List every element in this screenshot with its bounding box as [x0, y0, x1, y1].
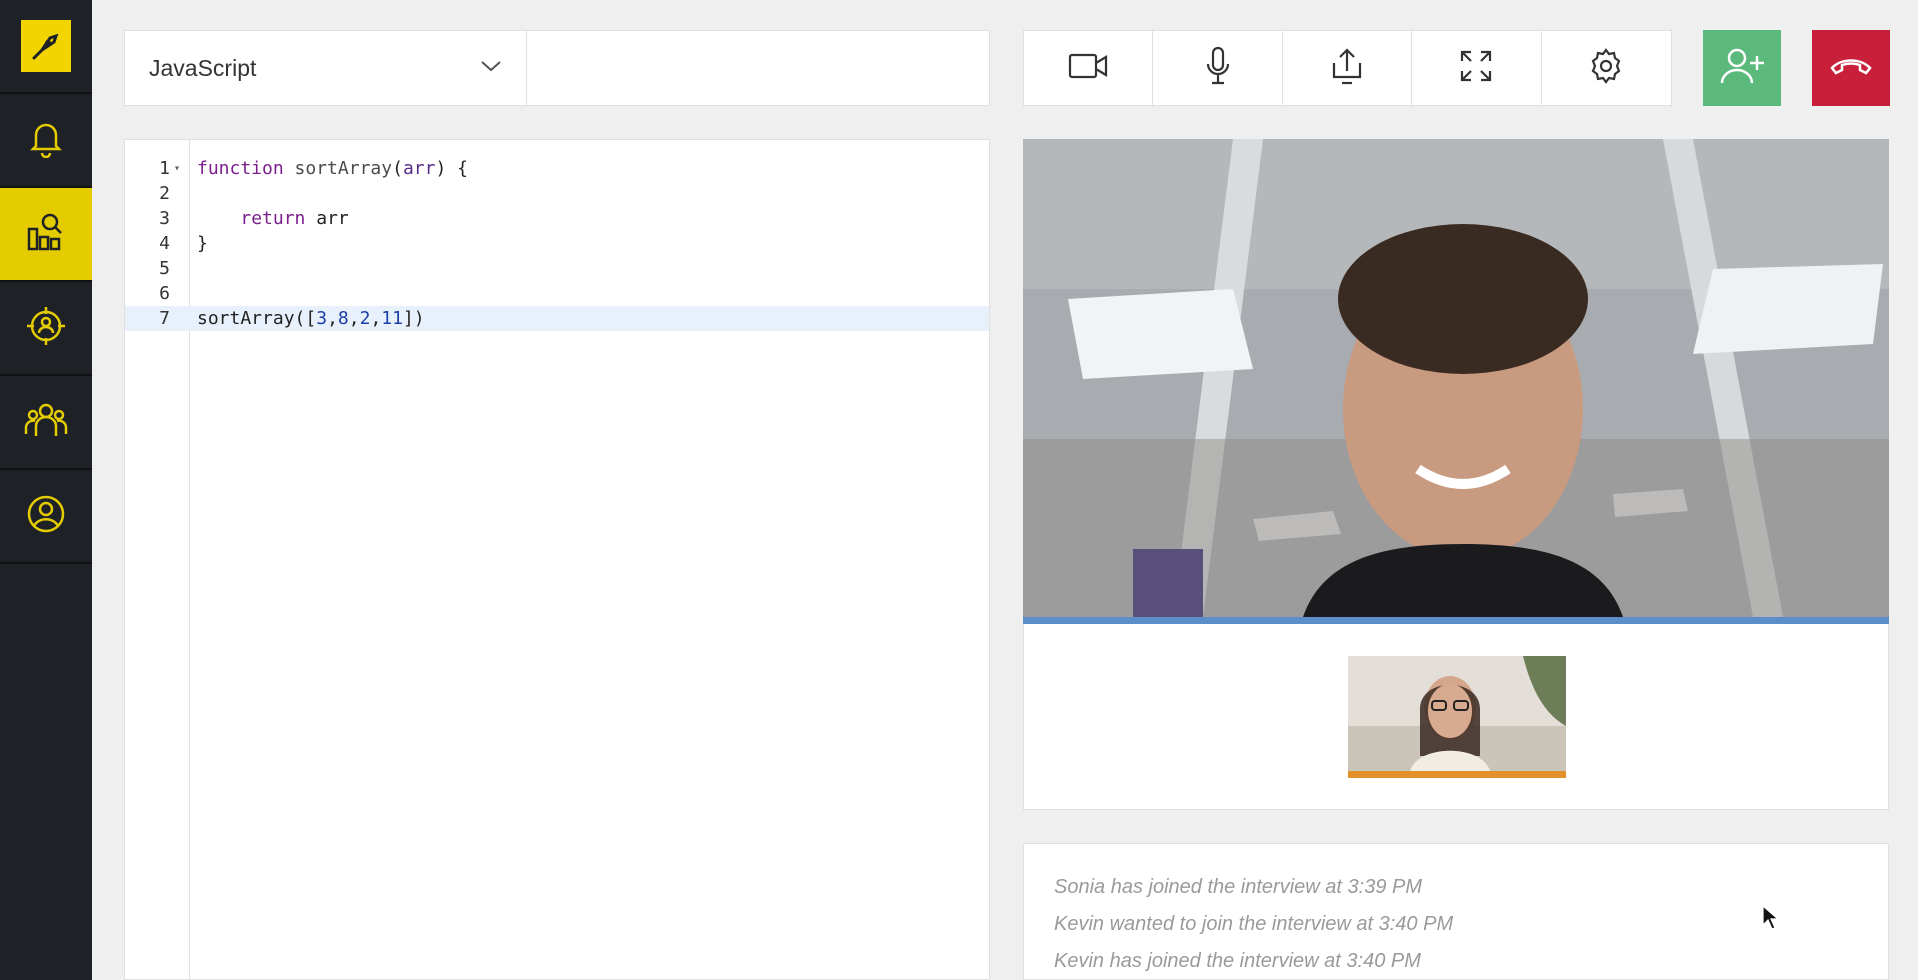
share-screen-button[interactable]: [1283, 31, 1413, 105]
code-text: function sortArray(arr) {: [197, 158, 468, 179]
language-bar: JavaScript: [124, 30, 990, 106]
gear-icon: [1587, 47, 1625, 90]
code-text: }: [197, 233, 208, 254]
chevron-down-icon: [480, 59, 502, 78]
self-view-thumbnail[interactable]: [1348, 656, 1566, 778]
hang-up-button[interactable]: [1812, 30, 1890, 106]
code-line[interactable]: 2: [125, 181, 989, 206]
sidebar-item-reports[interactable]: [0, 188, 92, 282]
target-person-icon: [25, 305, 67, 352]
code-line[interactable]: 4}: [125, 231, 989, 256]
language-label: JavaScript: [149, 54, 257, 81]
add-user-icon: [1719, 46, 1765, 91]
participants-panel: [1023, 624, 1889, 810]
fold-arrow-icon[interactable]: ▾: [174, 156, 180, 181]
language-select[interactable]: JavaScript: [125, 31, 527, 105]
line-number: 3: [159, 208, 170, 229]
code-line[interactable]: 1 ▾ function sortArray(arr) {: [125, 156, 989, 181]
code-line[interactable]: 7 sortArray([3,8,2,11]): [125, 306, 989, 331]
line-number: 6: [159, 283, 170, 304]
sidebar-item-team[interactable]: [0, 376, 92, 470]
code-line[interactable]: 5: [125, 256, 989, 281]
camera-button[interactable]: [1024, 31, 1154, 105]
fullscreen-button[interactable]: [1412, 31, 1542, 105]
app-logo[interactable]: [0, 0, 92, 94]
add-participant-button[interactable]: [1703, 30, 1781, 106]
pen-logo-icon: [21, 20, 71, 72]
fullscreen-icon: [1459, 49, 1493, 88]
sidebar-item-sourcing[interactable]: [0, 282, 92, 376]
code-line[interactable]: 6: [125, 281, 989, 306]
line-number: 1: [159, 158, 170, 179]
line-number: 4: [159, 233, 170, 254]
camera-icon: [1068, 52, 1108, 85]
sidebar-item-notifications[interactable]: [0, 94, 92, 188]
sidebar: [0, 0, 92, 980]
line-number: 7: [159, 308, 170, 329]
user-circle-icon: [26, 494, 66, 539]
settings-button[interactable]: [1542, 31, 1671, 105]
microphone-icon: [1205, 46, 1231, 91]
editor-options-area: [527, 31, 989, 105]
phone-hangup-icon: [1829, 56, 1873, 81]
microphone-button[interactable]: [1153, 31, 1283, 105]
remote-video: [1023, 139, 1889, 617]
code-editor[interactable]: 1 ▾ function sortArray(arr) {2 3 return arr…: [124, 139, 990, 980]
log-entry: Kevin has joined the interview at 3:40 P…: [1054, 950, 1421, 972]
activity-log: Sonia has joined the interview at 3:39 P…: [1023, 843, 1889, 980]
mouse-cursor-icon: [1762, 904, 1780, 936]
code-text: sortArray([3,8,2,11]): [197, 308, 425, 329]
log-entry: Kevin wanted to join the interview at 3:…: [1054, 913, 1454, 935]
line-number: 2: [159, 183, 170, 204]
active-speaker-bar: [1023, 617, 1889, 624]
group-icon: [24, 400, 68, 445]
line-number: 5: [159, 258, 170, 279]
sidebar-item-profile[interactable]: [0, 470, 92, 564]
share-screen-icon: [1330, 47, 1364, 90]
chart-search-icon: [26, 211, 66, 258]
code-line[interactable]: 3 return arr: [125, 206, 989, 231]
code-text: return arr: [240, 208, 349, 229]
bell-icon: [28, 118, 64, 163]
log-entry: Sonia has joined the interview at 3:39 P…: [1054, 876, 1422, 898]
call-toolbar: [1023, 30, 1672, 106]
